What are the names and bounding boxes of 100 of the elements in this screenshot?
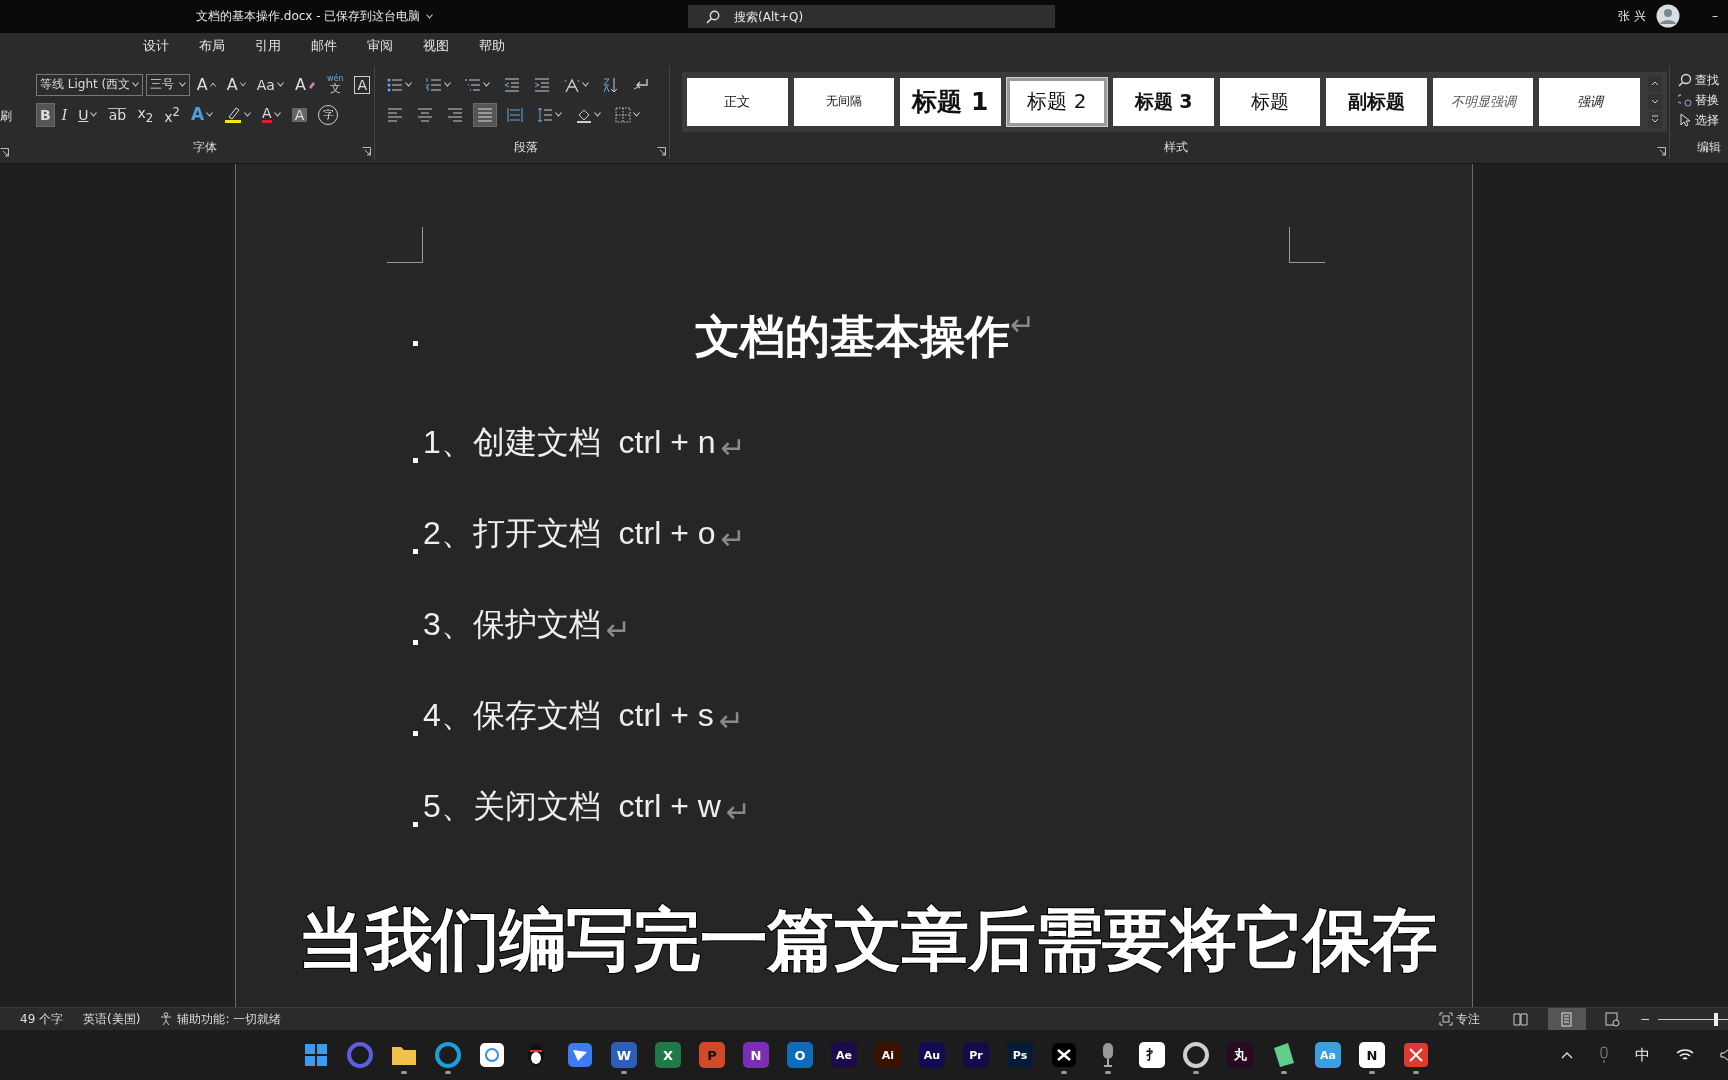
highlighter-icon: [224, 105, 243, 124]
ribbon-tab[interactable]: 设计: [138, 34, 174, 61]
justify-icon: [477, 106, 493, 123]
scroll-down-button[interactable]: [1647, 93, 1662, 110]
borders-icon: [615, 106, 631, 123]
style-option[interactable]: 强调: [1539, 77, 1640, 126]
microphone-icon: [1599, 1046, 1609, 1065]
shrink-font-button[interactable]: A: [222, 72, 250, 97]
paragraph-mark: ↵: [605, 611, 631, 647]
app-tile-icon[interactable]: X: [655, 1042, 681, 1069]
expand-icon: [1649, 115, 1660, 125]
ribbon-tab[interactable]: 帮助: [474, 34, 510, 61]
app-tile-icon[interactable]: Au: [919, 1042, 945, 1069]
increase-indent-icon: [534, 76, 550, 93]
app-tile-icon[interactable]: Ae: [831, 1042, 857, 1069]
caret-icon[interactable]: [426, 13, 434, 19]
group-label: 编辑: [1696, 138, 1721, 156]
print-layout-button[interactable]: [1547, 1008, 1586, 1031]
dialog-launcher-icon[interactable]: [657, 146, 666, 156]
format-button[interactable]: x$_{2}$: [133, 102, 158, 127]
language-status[interactable]: 英语(美国): [83, 1010, 141, 1028]
style-option[interactable]: 不明显强调: [1432, 77, 1534, 126]
font-color-button[interactable]: A: [258, 102, 285, 127]
word-count[interactable]: 49 个字: [20, 1010, 64, 1028]
dialog-launcher-icon[interactable]: [1657, 146, 1666, 156]
style-option[interactable]: 无间隔: [793, 77, 895, 126]
browser-icon[interactable]: [435, 1042, 461, 1069]
input-method-indicator[interactable]: 中: [1635, 1045, 1650, 1065]
app-tile-icon[interactable]: Ai: [875, 1042, 901, 1069]
underline-button[interactable]: U: [74, 102, 102, 127]
ribbon-tab[interactable]: 布局: [194, 34, 230, 61]
strikethrough-button[interactable]: ab: [104, 102, 131, 127]
video-subtitle: 当我们编写完一篇文章后需要将它保存: [298, 900, 1437, 979]
find-button[interactable]: 查找: [1678, 71, 1728, 89]
replace-button[interactable]: 替换: [1678, 91, 1728, 109]
paragraph-marker: [413, 457, 418, 463]
numbered-list-icon: [426, 76, 442, 93]
app-tile-icon[interactable]: 丸: [1227, 1042, 1253, 1069]
app-tile-icon[interactable]: W: [611, 1042, 637, 1069]
style-option[interactable]: 标题: [1219, 77, 1321, 126]
dialog-launcher-icon[interactable]: [0, 147, 9, 157]
style-option[interactable]: 副标题: [1326, 77, 1427, 126]
penguin-icon[interactable]: [525, 1042, 547, 1069]
multilevel-list-icon: [465, 76, 481, 93]
style-option[interactable]: 正文: [687, 77, 788, 126]
slider-thumb[interactable]: [1714, 1012, 1719, 1026]
paragraph-marker: [413, 730, 418, 736]
app-tile-icon[interactable]: O: [787, 1042, 813, 1069]
paragraph-mark: ↵: [1009, 306, 1036, 344]
justify-button[interactable]: [473, 102, 497, 127]
format-button[interactable]: x$^{2}$: [160, 102, 184, 127]
ribbon-tab[interactable]: 引用: [250, 34, 286, 61]
print-layout-icon: [1559, 1011, 1575, 1027]
app-tile-icon[interactable]: N: [743, 1042, 769, 1069]
scroll-up-button[interactable]: [1647, 75, 1662, 92]
character-shading-button[interactable]: A: [287, 102, 312, 127]
zoom-out-button[interactable]: −: [1639, 1012, 1650, 1027]
cross-app-icon[interactable]: [1403, 1042, 1429, 1069]
ribbon-tab[interactable]: 邮件: [306, 34, 342, 61]
microphone-app-icon[interactable]: [1100, 1042, 1116, 1069]
bullet-list-icon: [387, 76, 403, 93]
bold-button[interactable]: B: [36, 102, 55, 127]
app-tile-icon[interactable]: Ps: [1007, 1042, 1033, 1069]
user-name[interactable]: 张 兴: [1618, 7, 1646, 25]
ring-app-icon[interactable]: [347, 1042, 373, 1069]
ribbon-tab[interactable]: 审阅: [362, 34, 398, 61]
phonetic-guide-button[interactable]: wén 文: [322, 72, 348, 97]
format-button[interactable]: Aa: [252, 72, 288, 97]
app-tile-icon[interactable]: P: [699, 1042, 725, 1069]
search-field[interactable]: 搜索(Alt+Q): [688, 5, 1055, 28]
accessibility-status[interactable]: 辅助功能: 一切就绪: [160, 1010, 282, 1028]
text-effects-button[interactable]: A: [186, 102, 218, 127]
line-spacing-icon: [537, 106, 553, 123]
app-tile-icon[interactable]: N: [1359, 1042, 1385, 1069]
clear-format-button[interactable]: A: [290, 72, 320, 97]
style-option[interactable]: 标题 2: [1006, 77, 1108, 126]
style-option[interactable]: 标题 1: [900, 77, 1001, 126]
list-item-text: 2、打开文档 ctrl + o: [423, 513, 716, 553]
style-option[interactable]: 标题 3: [1113, 77, 1214, 126]
italic-button[interactable]: I: [57, 102, 72, 127]
font-name-dropdown[interactable]: 等线 Light (西文: [36, 73, 144, 96]
group-label: 字体: [193, 138, 217, 156]
speaker-icon: [1720, 1048, 1728, 1063]
app-tile-icon[interactable]: 扌: [1139, 1042, 1165, 1069]
dialog-launcher-icon[interactable]: [362, 146, 371, 156]
font-size-dropdown[interactable]: 三号: [146, 73, 190, 96]
focus-icon: [1438, 1012, 1453, 1027]
grow-font-button[interactable]: A: [192, 72, 220, 97]
folder-icon[interactable]: [391, 1044, 417, 1067]
select-button[interactable]: 选择: [1678, 111, 1728, 129]
replace-icon: [1678, 93, 1692, 108]
focus-button[interactable]: 专注: [1438, 1010, 1480, 1028]
format-painter-label[interactable]: 刷: [0, 107, 12, 125]
windows-logo-icon[interactable]: [304, 1043, 328, 1068]
paragraph-mark: ↵: [725, 793, 751, 829]
app-tile-icon[interactable]: Pr: [963, 1042, 989, 1069]
more-styles-button[interactable]: [1647, 111, 1662, 128]
minimize-button[interactable]: –: [1712, 9, 1718, 24]
ribbon-tab[interactable]: 视图: [418, 34, 454, 61]
caret-icon: [178, 82, 186, 88]
